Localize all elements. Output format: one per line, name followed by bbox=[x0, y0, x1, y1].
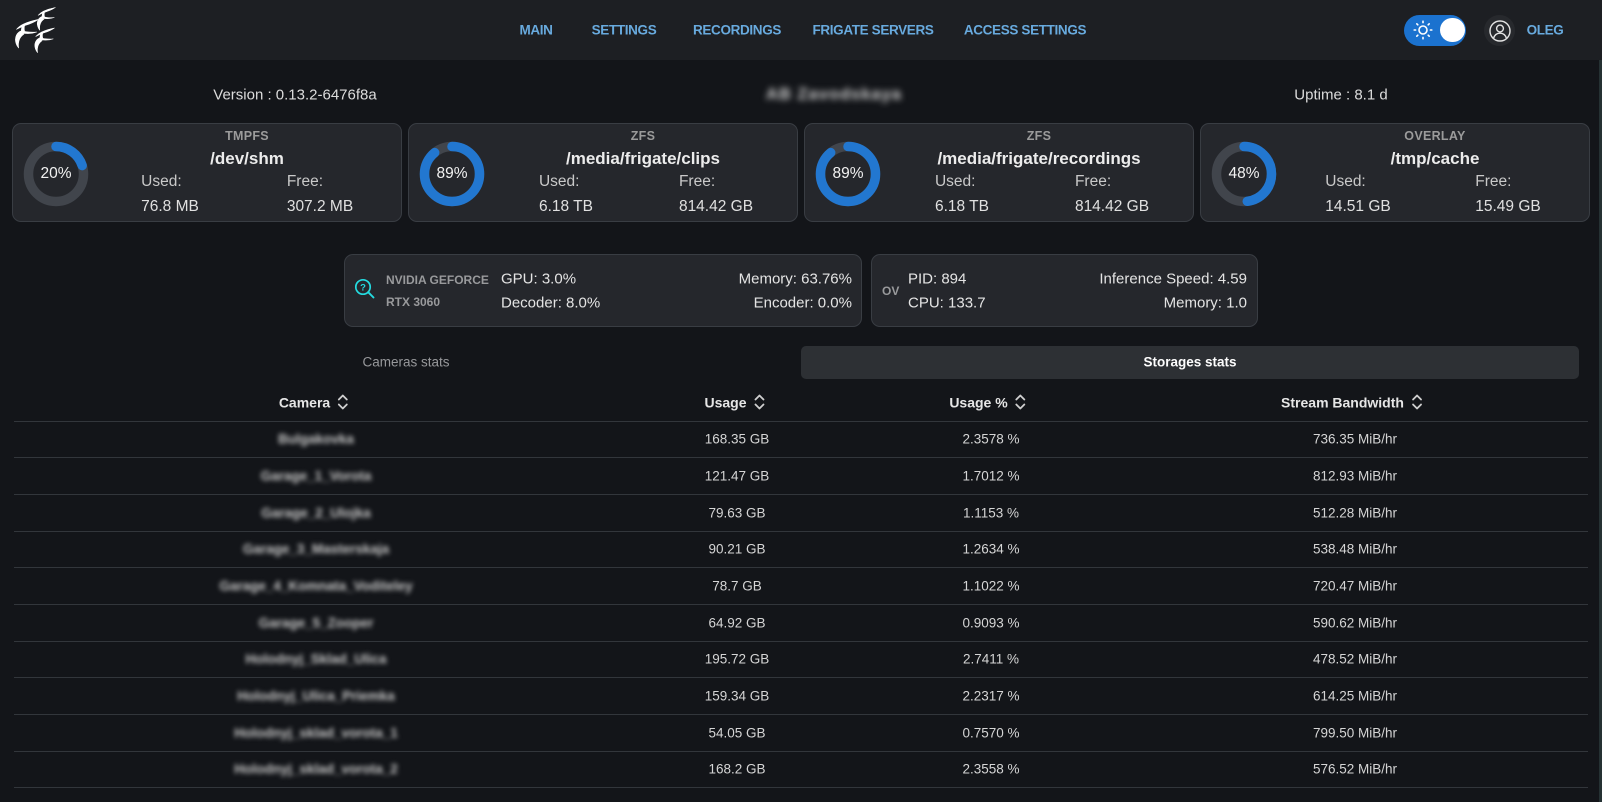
svg-text:?: ? bbox=[360, 282, 366, 293]
